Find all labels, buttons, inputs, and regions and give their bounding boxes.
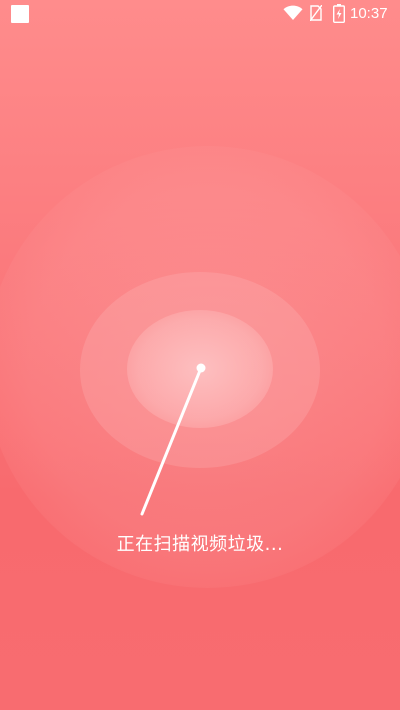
radar-center-dot	[196, 363, 206, 373]
scan-screen: 10:37 正在扫描视频垃圾...	[0, 0, 400, 710]
radar-sweep-line	[140, 366, 203, 516]
radar-sweep	[140, 363, 206, 516]
scan-status-text: 正在扫描视频垃圾...	[116, 534, 284, 555]
